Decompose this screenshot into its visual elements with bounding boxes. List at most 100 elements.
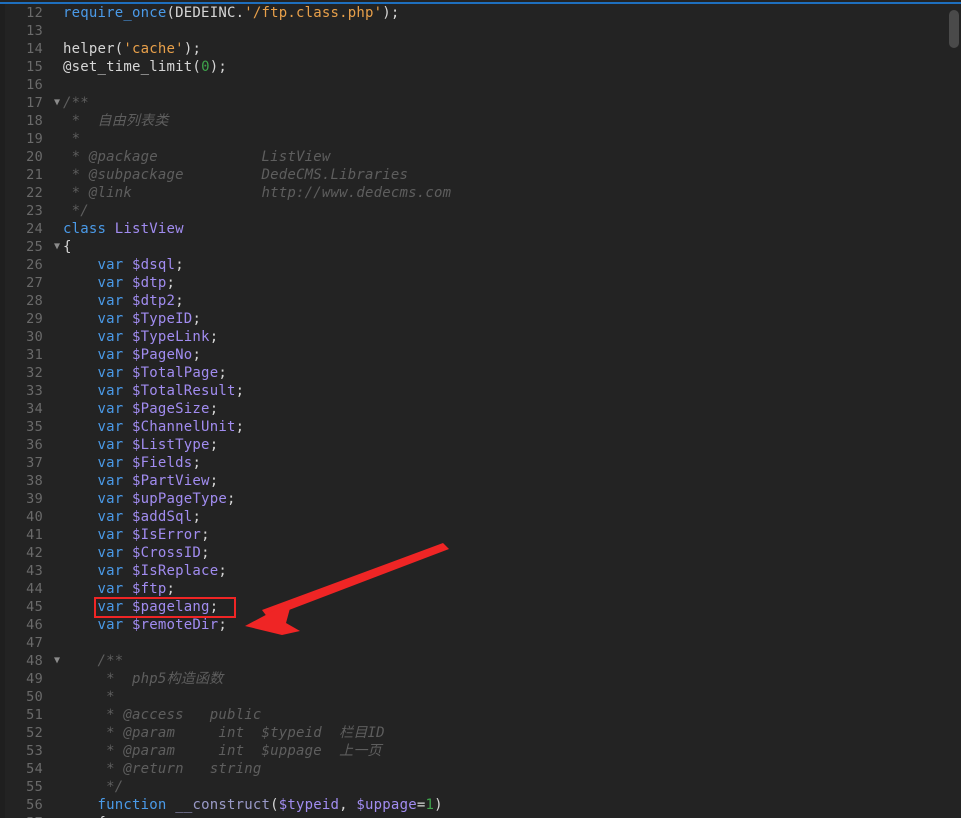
code-line[interactable]: 56 function __construct($typeid, $uppage… <box>0 796 961 814</box>
line-number: 37 <box>26 455 43 471</box>
code-token: $TotalPage <box>132 365 219 381</box>
line-number: 18 <box>26 113 43 129</box>
code-token: var <box>63 545 133 561</box>
code-line[interactable]: 34 var $PageSize; <box>0 400 961 418</box>
code-line[interactable]: 47 <box>0 634 961 652</box>
code-line[interactable]: 42 var $CrossID; <box>0 544 961 562</box>
code-line[interactable]: 29 var $TypeID; <box>0 310 961 328</box>
code-line[interactable]: 30 var $TypeLink; <box>0 328 961 346</box>
code-token: var <box>63 563 133 579</box>
code-token: */ <box>63 203 89 219</box>
code-line[interactable]: 17 ▼/** <box>0 94 961 112</box>
code-line[interactable]: 15 @set_time_limit(0); <box>0 58 961 76</box>
code-token: ; <box>209 401 219 417</box>
code-line[interactable]: 12 require_once(DEDEINC.'/ftp.class.php')… <box>0 4 961 22</box>
code-line[interactable]: 24 class ListView <box>0 220 961 238</box>
code-line[interactable]: 36 var $ListType; <box>0 436 961 454</box>
code-line[interactable]: 45 var $pagelang; <box>0 598 961 616</box>
code-line[interactable]: 40 var $addSql; <box>0 508 961 526</box>
code-line[interactable]: 55 */ <box>0 778 961 796</box>
code-line-text: var $IsReplace; <box>63 562 227 580</box>
code-text-area[interactable]: 12 require_once(DEDEINC.'/ftp.class.php')… <box>0 4 961 818</box>
code-fold-arrow-icon[interactable]: ▼ <box>50 94 64 112</box>
line-number: 30 <box>26 329 43 345</box>
code-line[interactable]: 13 <box>0 22 961 40</box>
code-token: * @subpackage DedeCMS.Libraries <box>63 167 409 183</box>
code-line-text: * @package ListView <box>63 148 331 166</box>
code-line[interactable]: 14 helper('cache'); <box>0 40 961 58</box>
line-number: 26 <box>26 257 43 273</box>
code-line-text: var $TotalPage; <box>63 364 227 382</box>
code-line-text: var $remoteDir; <box>63 616 227 634</box>
code-line[interactable]: 51 * @access public <box>0 706 961 724</box>
code-line[interactable]: 18 * 自由列表类 <box>0 112 961 130</box>
code-line[interactable]: 54 * @return string <box>0 760 961 778</box>
code-line-text: var $TotalResult; <box>63 382 245 400</box>
code-line[interactable]: 22 * @link http://www.dedecms.com <box>0 184 961 202</box>
code-token: var <box>63 617 133 633</box>
code-token: 'cache' <box>123 41 184 57</box>
code-line[interactable]: 44 var $ftp; <box>0 580 961 598</box>
code-line-text: require_once(DEDEINC.'/ftp.class.php'); <box>63 4 400 22</box>
line-number: 22 <box>26 185 43 201</box>
code-line[interactable]: 32 var $TotalPage; <box>0 364 961 382</box>
code-line[interactable]: 53 * @param int $uppage 上一页 <box>0 742 961 760</box>
code-line[interactable]: 43 var $IsReplace; <box>0 562 961 580</box>
code-token: ; <box>175 293 184 309</box>
code-fold-arrow-icon[interactable]: ▼ <box>50 238 64 256</box>
line-number: 56 <box>26 797 43 813</box>
code-line[interactable]: 46 var $remoteDir; <box>0 616 961 634</box>
code-line[interactable]: 19 * <box>0 130 961 148</box>
vertical-scrollbar-thumb[interactable] <box>949 10 959 48</box>
vertical-scrollbar-track[interactable] <box>947 4 961 818</box>
code-token: ; <box>209 599 219 615</box>
code-token: ) <box>434 797 443 813</box>
code-line[interactable]: 41 var $IsError; <box>0 526 961 544</box>
code-line[interactable]: 38 var $PartView; <box>0 472 961 490</box>
code-line-text: var $TypeLink; <box>63 328 219 346</box>
code-token: /** <box>63 653 124 669</box>
code-line[interactable]: 31 var $PageNo; <box>0 346 961 364</box>
code-line[interactable]: 52 * @param int $typeid 栏目ID <box>0 724 961 742</box>
code-token: $TypeLink <box>132 329 210 345</box>
code-token: var <box>63 257 133 273</box>
line-number: 13 <box>26 23 43 39</box>
code-fold-arrow-icon[interactable]: ▼ <box>50 814 64 818</box>
code-line[interactable]: 57 ▼ { <box>0 814 961 818</box>
code-token: $PageSize <box>132 401 210 417</box>
code-token: ; <box>192 347 202 363</box>
code-line-text: var $dsql; <box>63 256 184 274</box>
code-token: ; <box>175 257 184 273</box>
code-line[interactable]: 49 * php5构造函数 <box>0 670 961 688</box>
code-line[interactable]: 21 * @subpackage DedeCMS.Libraries <box>0 166 961 184</box>
code-token: */ <box>63 779 124 795</box>
code-token: $PageNo <box>132 347 193 363</box>
code-line[interactable]: 26 var $dsql; <box>0 256 961 274</box>
code-line[interactable]: 27 var $dtp; <box>0 274 961 292</box>
code-line-text: var $IsError; <box>63 526 210 544</box>
code-token: var <box>63 419 133 435</box>
code-token: '/ftp.class.php' <box>244 5 383 21</box>
code-token: 0 <box>201 59 210 75</box>
code-line[interactable]: 16 <box>0 76 961 94</box>
code-line[interactable]: 20 * @package ListView <box>0 148 961 166</box>
code-token: , <box>339 797 357 813</box>
code-line[interactable]: 37 var $Fields; <box>0 454 961 472</box>
code-line[interactable]: 23 */ <box>0 202 961 220</box>
code-line[interactable]: 33 var $TotalResult; <box>0 382 961 400</box>
code-line-text: * <box>63 130 80 148</box>
code-token: ; <box>218 365 227 381</box>
code-token: $TotalResult <box>132 383 236 399</box>
code-fold-arrow-icon[interactable]: ▼ <box>50 652 64 670</box>
code-token: * 自由列表类 <box>63 113 169 129</box>
code-line[interactable]: 25 ▼{ <box>0 238 961 256</box>
line-number: 43 <box>26 563 43 579</box>
code-line[interactable]: 35 var $ChannelUnit; <box>0 418 961 436</box>
code-line[interactable]: 50 * <box>0 688 961 706</box>
code-editor-window: 12 require_once(DEDEINC.'/ftp.class.php')… <box>0 0 961 818</box>
code-line[interactable]: 39 var $upPageType; <box>0 490 961 508</box>
code-line-text: function __construct($typeid, $uppage=1) <box>63 796 443 814</box>
code-line[interactable]: 48 ▼ /** <box>0 652 961 670</box>
code-line[interactable]: 28 var $dtp2; <box>0 292 961 310</box>
code-line-text: var $addSql; <box>63 508 201 526</box>
